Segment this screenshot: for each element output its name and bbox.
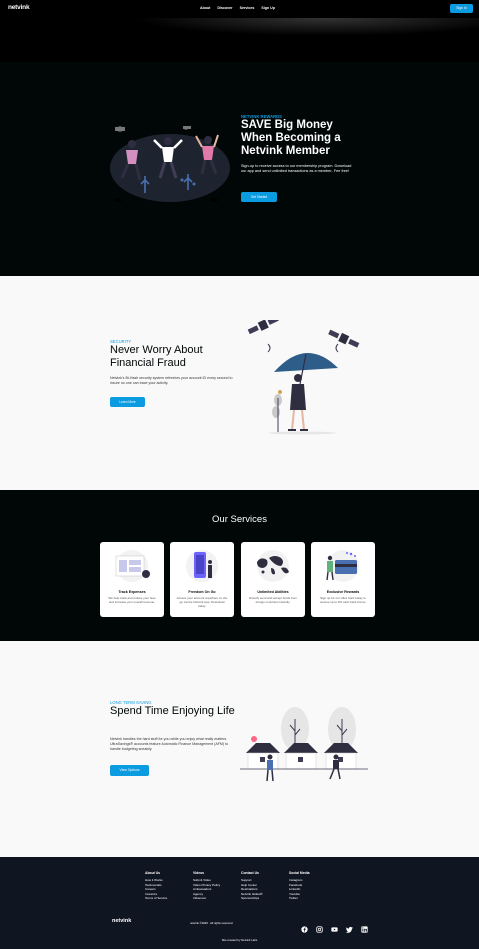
unlimited-abilities-illustration [257,550,289,582]
hero-banner [0,18,479,62]
footer-copyright: netvink ©2020 . All rights reserved. [190,921,234,925]
rewards-description: Sign-up to receive access to our members… [241,164,352,174]
nav-links: About Discover Services Sign Up [200,6,275,10]
nav-link-services[interactable]: Services [240,6,255,10]
footer-social-icons [301,920,368,933]
footer-link[interactable]: Influencer [193,896,233,901]
footer-heading: Social Media [289,871,310,875]
rewards-title: SAVE Big Money When Becoming a Netvink M… [241,119,341,157]
footer-link[interactable]: Twitter [289,896,329,901]
long-term-title: Spend Time Enjoying Life [110,705,235,717]
service-card-unlimited-abilities[interactable]: Unlimited Abilities Directly send and ac… [241,542,305,617]
service-title: Exclusive Rewards [326,590,360,594]
service-card-track-expenses[interactable]: Track Expenses We help track and reduce … [100,542,164,617]
footer: About Us How it Works Testimonials Caree… [0,857,479,949]
footer-heading: About Us [145,871,161,875]
sign-in-button[interactable]: Sign In [450,4,473,13]
footer-column-videos: Videos Submit Video Video Privacy Policy… [193,871,233,901]
footer-link[interactable]: Terms of Service [145,896,185,901]
footer-column-contact: Contact Us Support Help Center Destinati… [241,871,281,901]
service-title: Track Expenses [118,590,146,594]
nav-link-signup[interactable]: Sign Up [261,6,275,10]
footer-logo[interactable]: netvink [112,918,131,924]
service-description: We help track and reduce your fees and i… [108,596,156,604]
footer-column-about: About Us How it Works Testimonials Caree… [145,871,185,901]
freedom-on-go-illustration [186,550,218,582]
footer-credit: Site created by Netvink Labs [221,938,258,942]
rewards-illustration [110,126,230,202]
track-expenses-illustration [115,550,150,582]
learn-more-button[interactable]: Learn More [110,397,145,407]
footer-link[interactable]: Sponsorships [241,896,281,901]
footer-heading: Contact Us [241,871,259,875]
security-illustration [247,320,360,435]
security-section: SECURITY Never Worry About Financial Fra… [0,276,479,490]
hero-glow [0,18,479,62]
youtube-icon[interactable] [331,920,338,932]
view-options-button[interactable]: View Options [110,765,149,776]
rewards-section [0,62,479,276]
facebook-icon[interactable] [301,920,308,933]
long-term-section: LONG TERM SAVING Spend Time Enjoying Lif… [0,641,479,857]
logo[interactable]: netvink [8,4,30,11]
linkedin-icon[interactable] [361,920,368,933]
nav-link-about[interactable]: About [200,6,210,10]
twitter-icon[interactable] [345,920,353,933]
instagram-icon[interactable] [316,920,323,933]
service-card-freedom-on-go[interactable]: Freedom On Go Access your account anywhe… [170,542,234,617]
long-term-description: Netvink handles the hard stuff for you w… [110,737,229,751]
service-description: Sign up for our Ultra Card today to rece… [319,596,367,604]
services-heading: Our Services [212,514,267,525]
security-title: Never Worry About Financial Fraud [110,344,203,369]
service-description: Directly send and accept funds from fore… [249,596,297,604]
service-title: Unlimited Abilities [257,590,289,594]
exclusive-rewards-illustration [326,550,359,582]
footer-column-social: Social Media Instagram Facebook LinkedIn… [289,871,329,901]
footer-heading: Videos [193,871,205,875]
service-card-exclusive-rewards[interactable]: Exclusive Rewards Sign up for our Ultra … [311,542,375,617]
long-term-illustration [240,707,368,782]
get-started-button[interactable]: Get Started [241,192,277,202]
service-title: Freedom On Go [188,590,216,594]
nav-link-discover[interactable]: Discover [217,6,232,10]
services-section: Our Services Track Expenses We help trac… [0,490,479,641]
navbar: netvink About Discover Services Sign Up … [0,0,479,18]
security-description: Netvink's Bi-Hash security system refres… [110,376,233,385]
service-description: Access your account anywhere on the go v… [176,596,228,608]
